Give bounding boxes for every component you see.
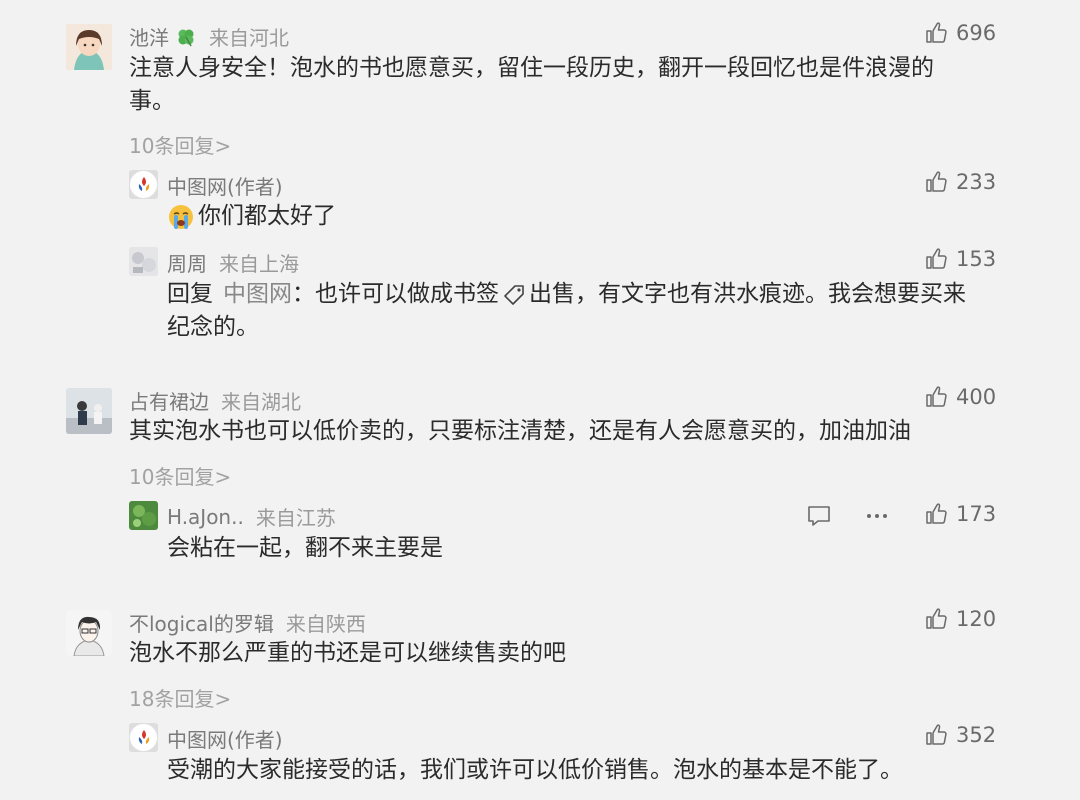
like-count: 400 [956, 385, 997, 409]
username[interactable]: 中图网(作者) [167, 171, 283, 200]
location-label: 来自湖北 [221, 390, 301, 414]
like-button[interactable]: 696 [924, 21, 996, 45]
like-count: 352 [956, 723, 997, 747]
thumbs-up-icon [924, 723, 948, 747]
thumbs-up-icon [924, 21, 948, 45]
avatar[interactable] [66, 388, 112, 434]
avatar[interactable] [129, 501, 158, 530]
like-button[interactable]: 153 [924, 247, 996, 271]
username[interactable]: 不logical的罗辑 [129, 608, 274, 637]
reply-text: 会粘在一起，翻不来主要是 [167, 535, 443, 561]
like-count: 696 [956, 21, 997, 45]
comment-text-line: 注意人身安全！泡水的书也愿意买，留住一段历史，翻开一段回忆也是件浪漫的 [129, 55, 934, 81]
comment-icon[interactable] [806, 503, 832, 533]
like-button[interactable]: 400 [924, 385, 996, 409]
location-label: 来自江苏 [255, 506, 336, 530]
like-button[interactable]: 233 [924, 170, 996, 194]
bookmark-tag-icon [501, 282, 527, 308]
avatar[interactable] [129, 170, 158, 199]
comment-header: 不logical的罗辑 来自陕西 [129, 608, 366, 637]
mention-link[interactable]: 中图网 [223, 278, 292, 311]
like-button[interactable]: 120 [924, 607, 996, 631]
like-button[interactable]: 352 [924, 723, 996, 747]
like-count: 233 [956, 170, 997, 194]
view-replies-link[interactable]: 10条回复> [129, 461, 231, 490]
like-count: 153 [956, 247, 997, 271]
thumbs-up-icon [924, 502, 948, 526]
reply-header: H.aJon.. 来自江苏 [167, 502, 336, 531]
avatar[interactable] [129, 247, 158, 276]
reply-header: 中图网(作者) [167, 724, 283, 753]
comment-text: 其实泡水书也可以低价卖的，只要标注清楚，还是有人会愿意买的，加油加油 [129, 418, 911, 444]
comment-text: 注意人身安全！泡水的书也愿意买，留住一段历史，翻开一段回忆也是件浪漫的 事。 [129, 52, 934, 118]
reply-header: 周周 来自上海 [167, 248, 299, 277]
crying-face-icon [167, 203, 195, 231]
reply-text: 受潮的大家能接受的话，我们或许可以低价销售。泡水的基本是不能了。 [167, 757, 903, 783]
username[interactable]: 中图网(作者) [167, 724, 283, 753]
reply-text: 你们都太好了 [167, 200, 336, 233]
more-icon[interactable] [864, 503, 890, 533]
like-count: 173 [956, 502, 997, 526]
reply-text-line: 纪念的。 [167, 314, 259, 340]
view-replies-link[interactable]: 10条回复> [129, 130, 231, 159]
reply-header: 中图网(作者) [167, 171, 283, 200]
location-label: 来自河北 [209, 26, 289, 50]
avatar[interactable] [129, 723, 158, 752]
username[interactable]: 周周 [167, 248, 207, 277]
view-replies-link[interactable]: 18条回复> [129, 683, 231, 712]
reply-prefix: 回复 [167, 281, 213, 307]
thumbs-up-icon [924, 385, 948, 409]
like-count: 120 [956, 607, 997, 631]
location-label: 来自陕西 [285, 612, 366, 636]
location-label: 来自上海 [219, 252, 299, 276]
thumbs-up-icon [924, 170, 948, 194]
avatar[interactable] [66, 610, 112, 656]
reply-text-content: 你们都太好了 [198, 203, 336, 229]
thumbs-up-icon [924, 607, 948, 631]
comment-text-line: 事。 [129, 88, 175, 114]
comment-header: 池洋 来自河北 [129, 22, 289, 51]
reply-text: 回复 中图网 ：也许可以做成书签 出售，有文字也有洪水痕迹。我会想要买来 纪念的… [167, 278, 966, 344]
reply-text-content: 出售，有文字也有洪水痕迹。我会想要买来 [529, 281, 966, 307]
reply-text-content: ：也许可以做成书签 [292, 281, 499, 307]
like-button[interactable]: 173 [924, 502, 996, 526]
comment-text: 泡水不那么严重的书还是可以继续售卖的吧 [129, 640, 566, 666]
avatar[interactable] [66, 24, 112, 70]
comment-header: 占有裙边 来自湖北 [129, 386, 301, 415]
username[interactable]: 池洋 [129, 22, 169, 51]
username[interactable]: 占有裙边 [129, 386, 209, 415]
thumbs-up-icon [924, 247, 948, 271]
clover-icon [175, 26, 197, 48]
username[interactable]: H.aJon.. [167, 505, 244, 529]
